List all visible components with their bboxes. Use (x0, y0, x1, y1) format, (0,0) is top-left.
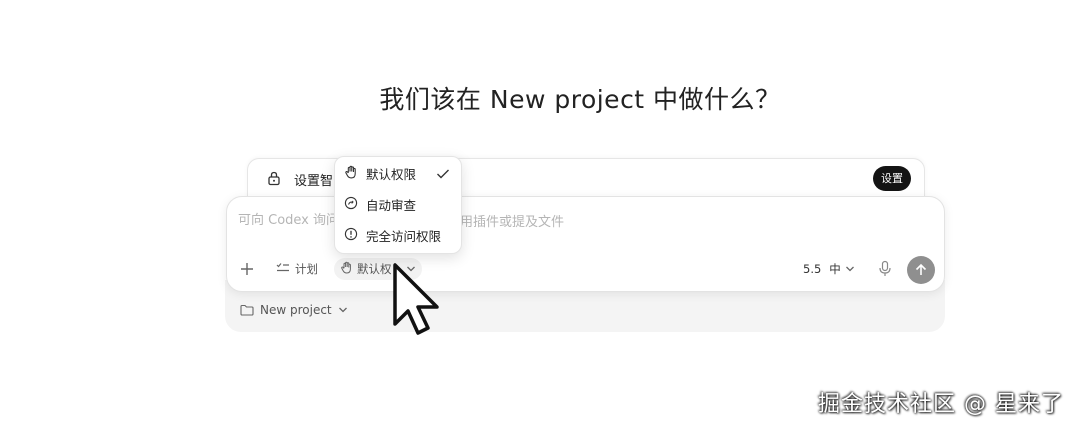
menu-item-label: 完全访问权限 (366, 228, 442, 244)
permission-label: 默认权 (357, 262, 392, 276)
menu-item-full-access[interactable]: 完全访问权限 (344, 225, 441, 245)
plus-icon (241, 263, 253, 275)
microphone-button[interactable] (878, 260, 892, 282)
mouse-cursor-icon (392, 262, 444, 340)
plan-label: 计划 (295, 262, 318, 276)
chevron-down-icon (338, 306, 348, 314)
project-selector[interactable]: New project (240, 303, 348, 317)
menu-item-auto-review[interactable]: 自动审查 (344, 194, 416, 214)
hand-icon (344, 165, 358, 182)
add-attachment-button[interactable] (238, 260, 256, 278)
banner-text: 设置智 (294, 174, 334, 189)
settings-button[interactable]: 设置 (873, 166, 911, 191)
reasoning-level-label: 中 (829, 262, 841, 276)
send-button[interactable] (907, 256, 935, 284)
hand-icon (340, 261, 353, 277)
auto-review-icon (344, 196, 358, 213)
prompt-placeholder-tail: 用插件或提及文件 (460, 215, 565, 230)
lock-icon (267, 170, 281, 190)
model-selector[interactable]: 5.5 中 (803, 261, 855, 277)
project-label: New project (260, 303, 332, 317)
menu-item-label: 默认权限 (366, 166, 417, 182)
watermark: 掘金技术社区 @ 星来了 (818, 392, 1064, 417)
check-icon (436, 165, 450, 184)
menu-item-label: 自动审查 (366, 197, 417, 213)
plan-button[interactable]: 计划 (276, 261, 318, 277)
checklist-icon (276, 262, 290, 277)
chevron-down-icon (845, 262, 855, 276)
menu-item-default-permission[interactable]: 默认权限 (344, 163, 416, 183)
app-stage: 我们该在 New project 中做什么？ New project 设置智 设… (0, 0, 1080, 430)
microphone-icon (879, 260, 891, 276)
page-title: 我们该在 New project 中做什么？ (379, 85, 781, 114)
model-label: 5.5 (803, 262, 822, 276)
arrow-up-icon (915, 263, 927, 275)
folder-icon (240, 304, 254, 316)
alert-circle-icon (344, 227, 358, 244)
